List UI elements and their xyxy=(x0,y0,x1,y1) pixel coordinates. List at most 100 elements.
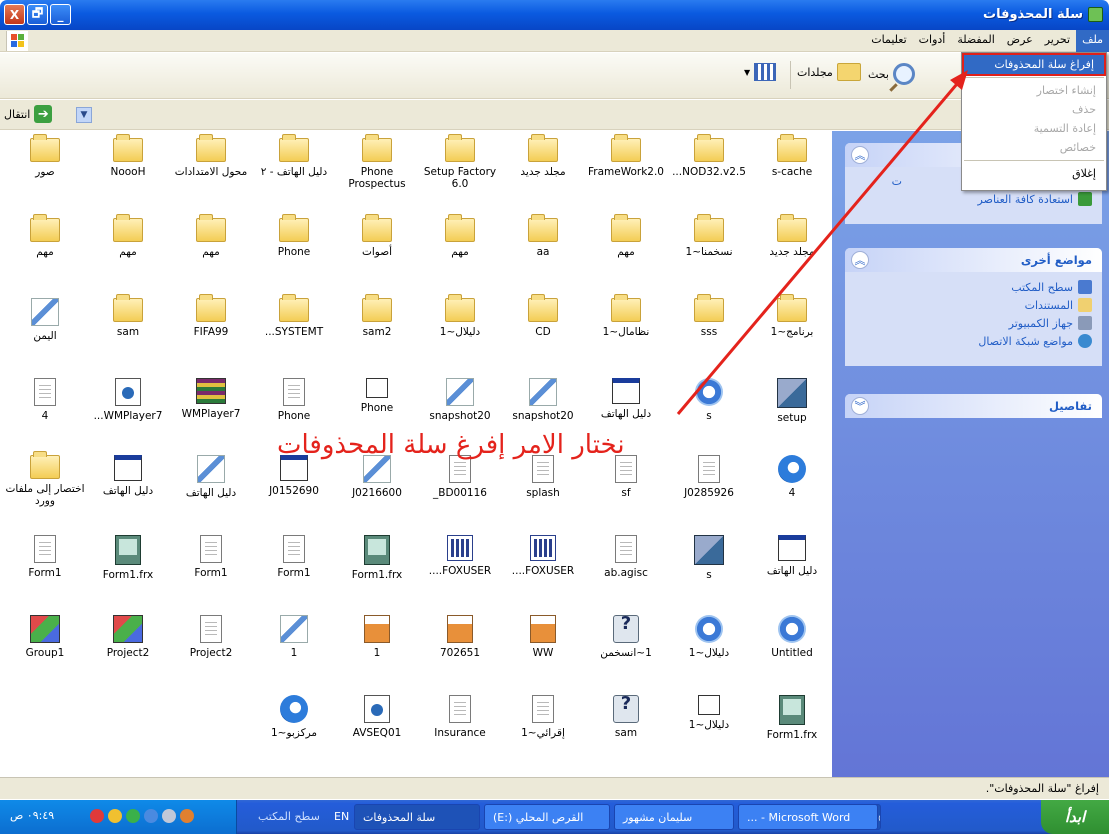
file-item[interactable]: FrameWork2.0 xyxy=(586,134,666,178)
file-item[interactable]: FOXUSER.... xyxy=(503,535,583,577)
file-item[interactable]: Form1.frx xyxy=(88,535,168,581)
file-item[interactable]: دليل الهاتف xyxy=(752,535,832,577)
file-item[interactable]: sam2 xyxy=(337,294,417,338)
file-item[interactable]: Untitled xyxy=(752,615,832,659)
file-item[interactable]: sam xyxy=(88,294,168,338)
file-item[interactable]: sf xyxy=(586,455,666,499)
delete-item[interactable]: حذف xyxy=(962,100,1106,119)
file-item[interactable]: ab.agisc xyxy=(586,535,666,579)
address-dropdown[interactable]: ▼ xyxy=(76,107,92,123)
file-item[interactable]: splash xyxy=(503,455,583,499)
file-item[interactable]: sam xyxy=(586,695,666,739)
file-item[interactable]: NoooH xyxy=(88,134,168,178)
create-shortcut-item[interactable]: إنشاء اختصار xyxy=(962,81,1106,100)
close-button[interactable]: X xyxy=(4,4,25,25)
file-item[interactable]: J0152690 xyxy=(254,455,334,497)
file-item[interactable]: دليلال~1 xyxy=(669,695,749,731)
file-item[interactable]: صور xyxy=(5,134,85,178)
file-item[interactable]: دليلال~1 xyxy=(669,615,749,659)
file-item[interactable]: نسخمنا~1 xyxy=(669,214,749,258)
file-item[interactable]: s xyxy=(669,378,749,422)
file-item[interactable]: دليل الهاتف xyxy=(88,455,168,497)
restore-all-link[interactable]: استعادة كافة العناصر xyxy=(855,192,1092,206)
file-item[interactable]: مهم xyxy=(5,214,85,258)
file-item[interactable]: إقرائي~1 xyxy=(503,695,583,739)
file-item[interactable]: sss xyxy=(669,294,749,338)
task-recycle-bin[interactable]: سلة المحذوفات xyxy=(354,804,480,830)
file-item[interactable]: Form1.frx xyxy=(752,695,832,741)
language-indicator[interactable]: EN xyxy=(334,810,349,823)
file-item[interactable]: Form1 xyxy=(5,535,85,579)
properties-item[interactable]: خصائص xyxy=(962,138,1106,157)
menu-tools[interactable]: أدوات xyxy=(913,30,952,52)
task-local-disk[interactable]: القرص المحلي (:E) xyxy=(484,804,610,830)
file-item[interactable]: 1~انسخمن xyxy=(586,615,666,659)
file-item[interactable]: snapshot20 xyxy=(503,378,583,422)
file-item[interactable]: Form1 xyxy=(254,535,334,579)
tray-icon[interactable] xyxy=(90,809,104,823)
file-item[interactable]: Phone xyxy=(254,214,334,258)
minimize-button[interactable]: _ xyxy=(50,4,71,25)
go-button[interactable]: ➔ انتقال xyxy=(4,105,53,123)
file-item[interactable]: J0216600 xyxy=(337,455,417,499)
file-item[interactable]: BD00116_ xyxy=(420,455,500,499)
collapse-icon[interactable]: ︽ xyxy=(851,146,869,164)
file-item[interactable]: نظامال~1 xyxy=(586,294,666,338)
file-item[interactable]: مهم xyxy=(171,214,251,258)
close-item[interactable]: إغلاق xyxy=(962,164,1106,183)
file-item[interactable]: مهم xyxy=(420,214,500,258)
network-link[interactable]: مواضع شبكة الاتصال xyxy=(855,334,1092,348)
tray-icon[interactable] xyxy=(180,809,194,823)
file-item[interactable]: Project2 xyxy=(171,615,251,659)
file-item[interactable]: J0285926 xyxy=(669,455,749,499)
file-item[interactable]: FIFA99 xyxy=(171,294,251,338)
file-item[interactable]: مجلد جديد xyxy=(752,214,832,258)
file-item[interactable]: دليلال~1 xyxy=(420,294,500,338)
file-item[interactable]: SYSTEMT... xyxy=(254,294,334,338)
file-item[interactable]: Setup Factory 6.0 xyxy=(420,134,500,190)
file-item[interactable]: Phone xyxy=(254,378,334,422)
menu-view[interactable]: عرض xyxy=(1001,30,1039,52)
file-item[interactable]: Phone Prospectus xyxy=(337,134,417,190)
my-computer-link[interactable]: جهاز الكمبيوتر xyxy=(855,316,1092,330)
menu-file[interactable]: ملف xyxy=(1076,30,1109,52)
views-button[interactable]: ▼ xyxy=(744,63,777,81)
file-item[interactable]: CD xyxy=(503,294,583,338)
file-item[interactable]: Group1 xyxy=(5,615,85,659)
file-item[interactable]: مهم xyxy=(88,214,168,258)
file-item[interactable]: NOD32.v2.5... xyxy=(669,134,749,178)
tray-icon[interactable] xyxy=(126,809,140,823)
tray-icon[interactable] xyxy=(162,809,176,823)
documents-link[interactable]: المستندات xyxy=(855,298,1092,312)
file-item[interactable]: aa xyxy=(503,214,583,258)
file-item[interactable]: 1 xyxy=(254,615,334,659)
file-item[interactable]: برنامج~1 xyxy=(752,294,832,338)
desktop-link[interactable]: سطح المكتب xyxy=(855,280,1092,294)
menu-help[interactable]: تعليمات xyxy=(865,30,912,52)
file-item[interactable]: 4 xyxy=(5,378,85,422)
file-item[interactable]: مركزبو~1 xyxy=(254,695,334,739)
file-item[interactable]: اختصار إلى ملفات وورد xyxy=(5,451,85,507)
rename-item[interactable]: إعادة التسمية xyxy=(962,119,1106,138)
title-bar[interactable]: سلة المحذوفات X 🗗 _ xyxy=(0,0,1109,30)
file-item[interactable]: WMPlayer7 xyxy=(171,378,251,420)
expand-icon[interactable]: ︾ xyxy=(851,397,869,415)
file-item[interactable]: 1 xyxy=(337,615,417,659)
file-item[interactable]: Project2 xyxy=(88,615,168,659)
folders-button[interactable]: مجلدات xyxy=(797,63,861,81)
file-item[interactable]: WMPlayer7... xyxy=(88,378,168,422)
file-item[interactable]: WW xyxy=(503,615,583,659)
file-item[interactable]: محول الامتدادات xyxy=(171,134,251,178)
empty-recycle-bin-item[interactable]: إفراغ سلة المحذوفات xyxy=(962,53,1106,76)
maximize-button[interactable]: 🗗 xyxy=(27,4,48,25)
file-item[interactable]: snapshot20 xyxy=(420,378,500,422)
file-item[interactable]: مجلد جديد xyxy=(503,134,583,178)
task-word[interactable]: Microsoft Word - ... xyxy=(738,804,878,830)
start-button[interactable]: ابدأ xyxy=(1041,800,1109,834)
file-item[interactable]: اليمن xyxy=(5,298,85,342)
tray-icon[interactable] xyxy=(144,809,158,823)
collapse-icon[interactable]: ︽ xyxy=(851,251,869,269)
menu-edit[interactable]: تحرير xyxy=(1039,30,1076,52)
tray-icon[interactable] xyxy=(108,809,122,823)
file-item[interactable]: s xyxy=(669,535,749,581)
